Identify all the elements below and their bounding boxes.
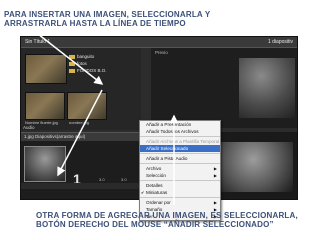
bottom-caption: OTRA FORMA DE AGREGAR UNA IMAGEN, ES SEL… bbox=[36, 211, 298, 229]
arrow-to-image bbox=[37, 33, 104, 85]
arrow-to-timeline bbox=[57, 89, 103, 177]
annotation-arrows bbox=[37, 33, 179, 205]
